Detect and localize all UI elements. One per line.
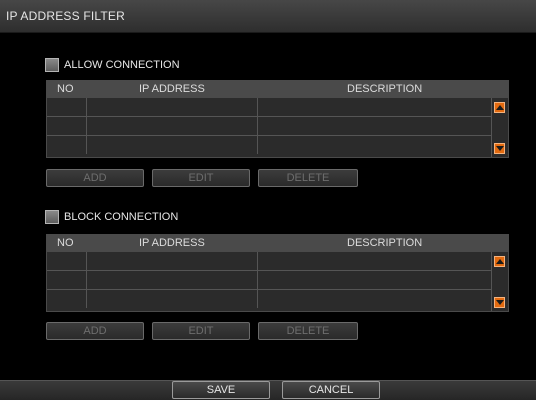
allow-add-button[interactable]: ADD (46, 169, 144, 187)
scrollbar[interactable] (491, 252, 508, 311)
allow-edit-button[interactable]: EDIT (152, 169, 250, 187)
table-row[interactable] (47, 271, 491, 290)
block-edit-button[interactable]: EDIT (152, 322, 250, 340)
column-header-ip-address: IP ADDRESS (139, 237, 205, 249)
scroll-up-button[interactable] (494, 102, 505, 113)
scroll-down-button[interactable] (494, 143, 505, 154)
allow-delete-button[interactable]: DELETE (258, 169, 358, 187)
table-body (47, 252, 491, 311)
column-header-ip-address: IP ADDRESS (139, 83, 205, 95)
title-bar: IP ADDRESS FILTER (0, 0, 536, 33)
allow-connection-checkbox[interactable] (45, 58, 59, 72)
ip-address-filter-window: IP ADDRESS FILTER ALLOW CONNECTION NO IP… (0, 0, 536, 400)
block-connection-label: BLOCK CONNECTION (64, 211, 179, 223)
table-header: NO IP ADDRESS DESCRIPTION (47, 81, 508, 98)
table-row[interactable] (47, 290, 491, 309)
table-row[interactable] (47, 136, 491, 155)
allow-connection-row: ALLOW CONNECTION (45, 56, 180, 74)
scroll-down-button[interactable] (494, 297, 505, 308)
table-row[interactable] (47, 98, 491, 117)
allow-connection-label: ALLOW CONNECTION (64, 59, 180, 71)
scrollbar[interactable] (491, 98, 508, 157)
scroll-up-button[interactable] (494, 256, 505, 267)
column-header-no: NO (57, 237, 74, 249)
table-row[interactable] (47, 252, 491, 271)
block-connection-table: NO IP ADDRESS DESCRIPTION (46, 234, 509, 312)
allow-connection-table: NO IP ADDRESS DESCRIPTION (46, 80, 509, 158)
block-connection-row: BLOCK CONNECTION (45, 208, 178, 226)
block-connection-checkbox[interactable] (45, 210, 59, 224)
arrow-down-icon (496, 300, 504, 305)
table-header: NO IP ADDRESS DESCRIPTION (47, 235, 508, 252)
table-body (47, 98, 491, 157)
window-title: IP ADDRESS FILTER (6, 9, 125, 23)
arrow-down-icon (496, 146, 504, 151)
arrow-up-icon (496, 105, 504, 110)
column-header-description: DESCRIPTION (347, 237, 423, 249)
column-header-no: NO (57, 83, 74, 95)
save-button[interactable]: SAVE (172, 381, 270, 399)
arrow-up-icon (496, 259, 504, 264)
table-row[interactable] (47, 117, 491, 136)
block-add-button[interactable]: ADD (46, 322, 144, 340)
block-delete-button[interactable]: DELETE (258, 322, 358, 340)
column-header-description: DESCRIPTION (347, 83, 423, 95)
cancel-button[interactable]: CANCEL (282, 381, 380, 399)
